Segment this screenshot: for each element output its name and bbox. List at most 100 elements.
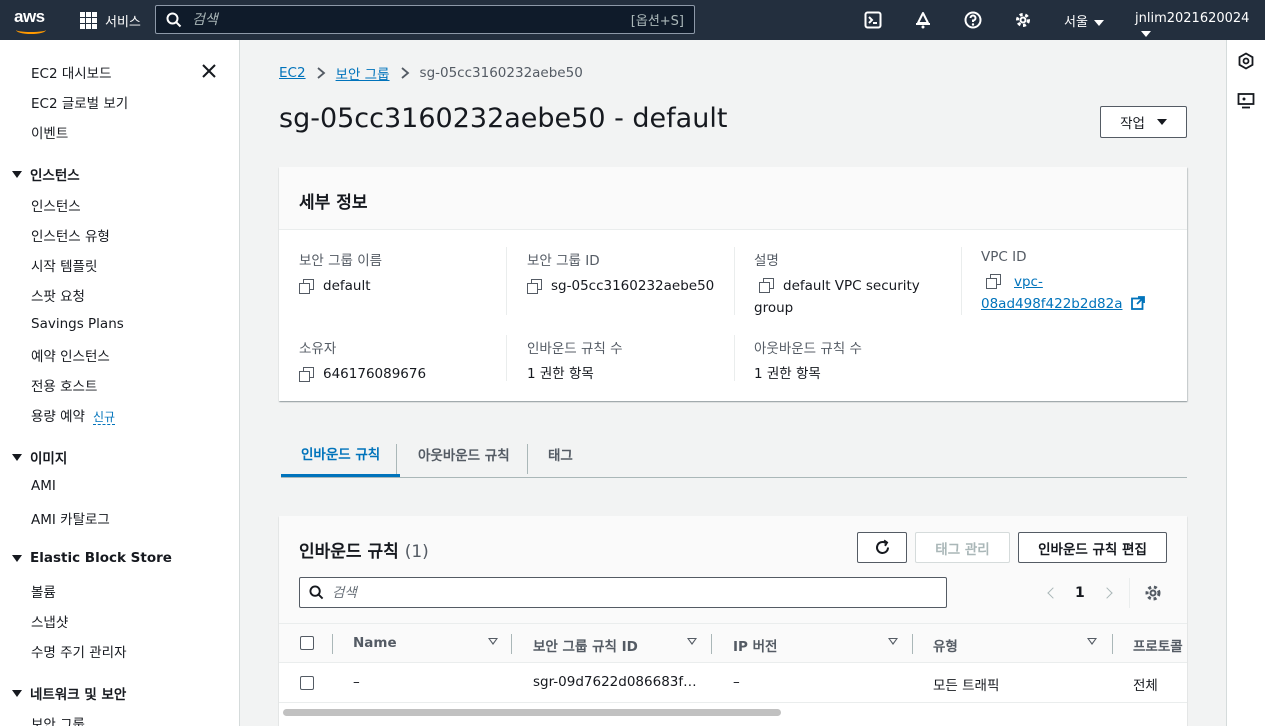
help-icon[interactable] <box>962 9 984 31</box>
global-search[interactable]: [옵션+S] <box>155 5 695 34</box>
sidebar-section-instances[interactable]: 인스턴스 <box>12 164 80 184</box>
sidebar-item-instances[interactable]: 인스턴스 <box>31 195 81 215</box>
sidebar-item-instance-types[interactable]: 인스턴스 유형 <box>31 225 110 245</box>
sidebar-section-images[interactable]: 이미지 <box>12 447 67 467</box>
region-selector[interactable]: 서울 <box>1064 11 1104 30</box>
sidebar-item-volumes[interactable]: 볼륨 <box>31 581 56 601</box>
external-link-icon[interactable] <box>1130 296 1145 310</box>
row-checkbox[interactable] <box>300 676 314 690</box>
inbound-rules-panel: 인바운드 규칙 (1) 태그 관리 인바운드 규칙 편집 1 Name <box>279 516 1187 726</box>
sidebar-item-events[interactable]: 이벤트 <box>31 122 68 142</box>
chevron-left-icon[interactable] <box>1047 586 1059 599</box>
description-value-line1: default VPC security <box>783 278 920 294</box>
sidebar-section-ebs[interactable]: Elastic Block Store <box>12 550 172 566</box>
sidebar-item-ec2-global-view[interactable]: EC2 글로벌 보기 <box>31 92 128 112</box>
sidebar: EC2 대시보드 EC2 글로벌 보기 이벤트 인스턴스 인스턴스 인스턴스 유… <box>0 40 240 726</box>
account-menu[interactable]: jnlim2021620024 <box>1135 11 1265 41</box>
copy-icon[interactable] <box>527 279 542 294</box>
section-label: 인스턴스 <box>30 168 80 184</box>
caret-down-icon <box>1093 19 1104 26</box>
sidebar-item-ami[interactable]: AMI <box>31 478 56 494</box>
chevron-right-icon <box>316 67 325 79</box>
column-header-type[interactable]: 유형 <box>933 635 958 655</box>
copy-icon[interactable] <box>299 279 314 294</box>
sidebar-item-security-groups[interactable]: 보안 그룹 <box>31 713 85 726</box>
horizontal-scrollbar[interactable] <box>283 709 781 716</box>
feedback-icon[interactable] <box>1237 92 1255 110</box>
sidebar-item-spot-requests[interactable]: 스팟 요청 <box>31 285 85 305</box>
caret-down-icon <box>1156 119 1167 125</box>
sort-icon[interactable] <box>888 638 898 645</box>
vpc-id-link-line2[interactable]: 08ad498f422b2d82a <box>981 296 1123 312</box>
column-header-name[interactable]: Name <box>353 635 397 651</box>
breadcrumb: EC2 보안 그룹 sg-05cc3160232aebe50 <box>279 63 583 83</box>
outbound-count-field: 아웃바운드 규칙 수 1 권한 항목 <box>754 337 862 385</box>
sidebar-item-savings-plans[interactable]: Savings Plans <box>31 316 124 332</box>
vpc-id-link-line1[interactable]: vpc- <box>1014 274 1043 290</box>
divider <box>961 247 962 315</box>
field-label: VPC ID <box>981 249 1027 265</box>
grid-icon <box>80 11 97 29</box>
section-label: 네트워크 및 보안 <box>30 687 127 703</box>
column-header-rule-id[interactable]: 보안 그룹 규칙 ID <box>533 635 638 655</box>
caret-down-icon <box>12 554 22 562</box>
gear-icon[interactable] <box>1012 9 1034 31</box>
breadcrumb-security-groups[interactable]: 보안 그룹 <box>336 63 390 83</box>
chevron-right-icon[interactable] <box>1101 586 1113 599</box>
refresh-button[interactable] <box>857 532 907 563</box>
caret-down-icon <box>12 170 22 178</box>
caret-down-icon <box>12 689 22 697</box>
region-label: 서울 <box>1064 15 1088 30</box>
table-row[interactable]: – sgr-09d7622d086683f… – 모든 트래픽 전체 <box>279 663 1187 703</box>
select-all-checkbox[interactable] <box>300 636 314 650</box>
current-page[interactable]: 1 <box>1075 585 1085 601</box>
close-icon[interactable] <box>201 63 217 79</box>
bell-icon[interactable] <box>912 9 934 31</box>
tab-outbound-rules[interactable]: 아웃바운드 규칙 <box>398 431 530 477</box>
pagination: 1 <box>1047 577 1162 608</box>
tab-inbound-rules[interactable]: 인바운드 규칙 <box>281 431 401 477</box>
sidebar-item-launch-templates[interactable]: 시작 템플릿 <box>31 255 97 275</box>
info-panel-icon[interactable] <box>1237 52 1255 70</box>
cloudshell-icon[interactable] <box>862 9 884 31</box>
sidebar-item-dedicated-hosts[interactable]: 전용 호스트 <box>31 375 97 395</box>
aws-logo[interactable]: aws <box>14 6 50 34</box>
global-search-input[interactable] <box>182 11 631 28</box>
description-value-line2: group <box>754 300 794 316</box>
actions-button[interactable]: 작업 <box>1100 106 1187 138</box>
rules-count: (1) <box>404 542 429 562</box>
sidebar-item-reserved-instances[interactable]: 예약 인스턴스 <box>31 345 110 365</box>
top-navigation: aws 서비스 [옵션+S] 서울 jnlim2021620024 <box>0 0 1265 40</box>
vpc-id-field: VPC ID vpc- 08ad498f422b2d82a <box>981 249 1171 315</box>
column-header-protocol[interactable]: 프로토콜 <box>1133 635 1183 655</box>
inbound-count-value: 1 권한 항목 <box>527 366 594 382</box>
column-header-ip-version[interactable]: IP 버전 <box>733 635 777 655</box>
divider <box>506 247 507 315</box>
caret-down-icon <box>12 453 22 461</box>
sidebar-item-capacity-reservations[interactable]: 용량 예약 신규 <box>31 405 116 425</box>
rules-search-input[interactable] <box>324 584 946 601</box>
sort-icon[interactable] <box>488 638 498 645</box>
sidebar-section-network-security[interactable]: 네트워크 및 보안 <box>12 683 126 703</box>
sg-name-field: 보안 그룹 이름 default <box>299 249 382 297</box>
tab-tags[interactable]: 태그 <box>528 431 593 477</box>
sidebar-item-ami-catalog[interactable]: AMI 카탈로그 <box>31 508 110 528</box>
sidebar-item-snapshots[interactable]: 스냅샷 <box>31 611 68 631</box>
field-label: 인바운드 규칙 수 <box>527 341 623 357</box>
copy-icon[interactable] <box>759 278 774 293</box>
cell-name: – <box>353 674 360 690</box>
divider <box>1128 577 1130 608</box>
manage-tags-button[interactable]: 태그 관리 <box>915 532 1010 563</box>
services-menu-button[interactable]: 서비스 <box>80 8 141 32</box>
sort-icon[interactable] <box>1087 638 1097 645</box>
edit-inbound-rules-button[interactable]: 인바운드 규칙 편집 <box>1018 532 1167 563</box>
rules-search[interactable] <box>299 577 947 608</box>
sort-icon[interactable] <box>687 638 697 645</box>
gear-icon[interactable] <box>1144 584 1162 602</box>
copy-icon[interactable] <box>299 367 314 382</box>
breadcrumb-ec2[interactable]: EC2 <box>279 65 306 81</box>
sidebar-item-lifecycle-manager[interactable]: 수명 주기 관리자 <box>31 641 127 661</box>
divider <box>506 335 507 381</box>
copy-icon[interactable] <box>986 274 1001 289</box>
sidebar-item-ec2-dashboard[interactable]: EC2 대시보드 <box>31 62 112 82</box>
